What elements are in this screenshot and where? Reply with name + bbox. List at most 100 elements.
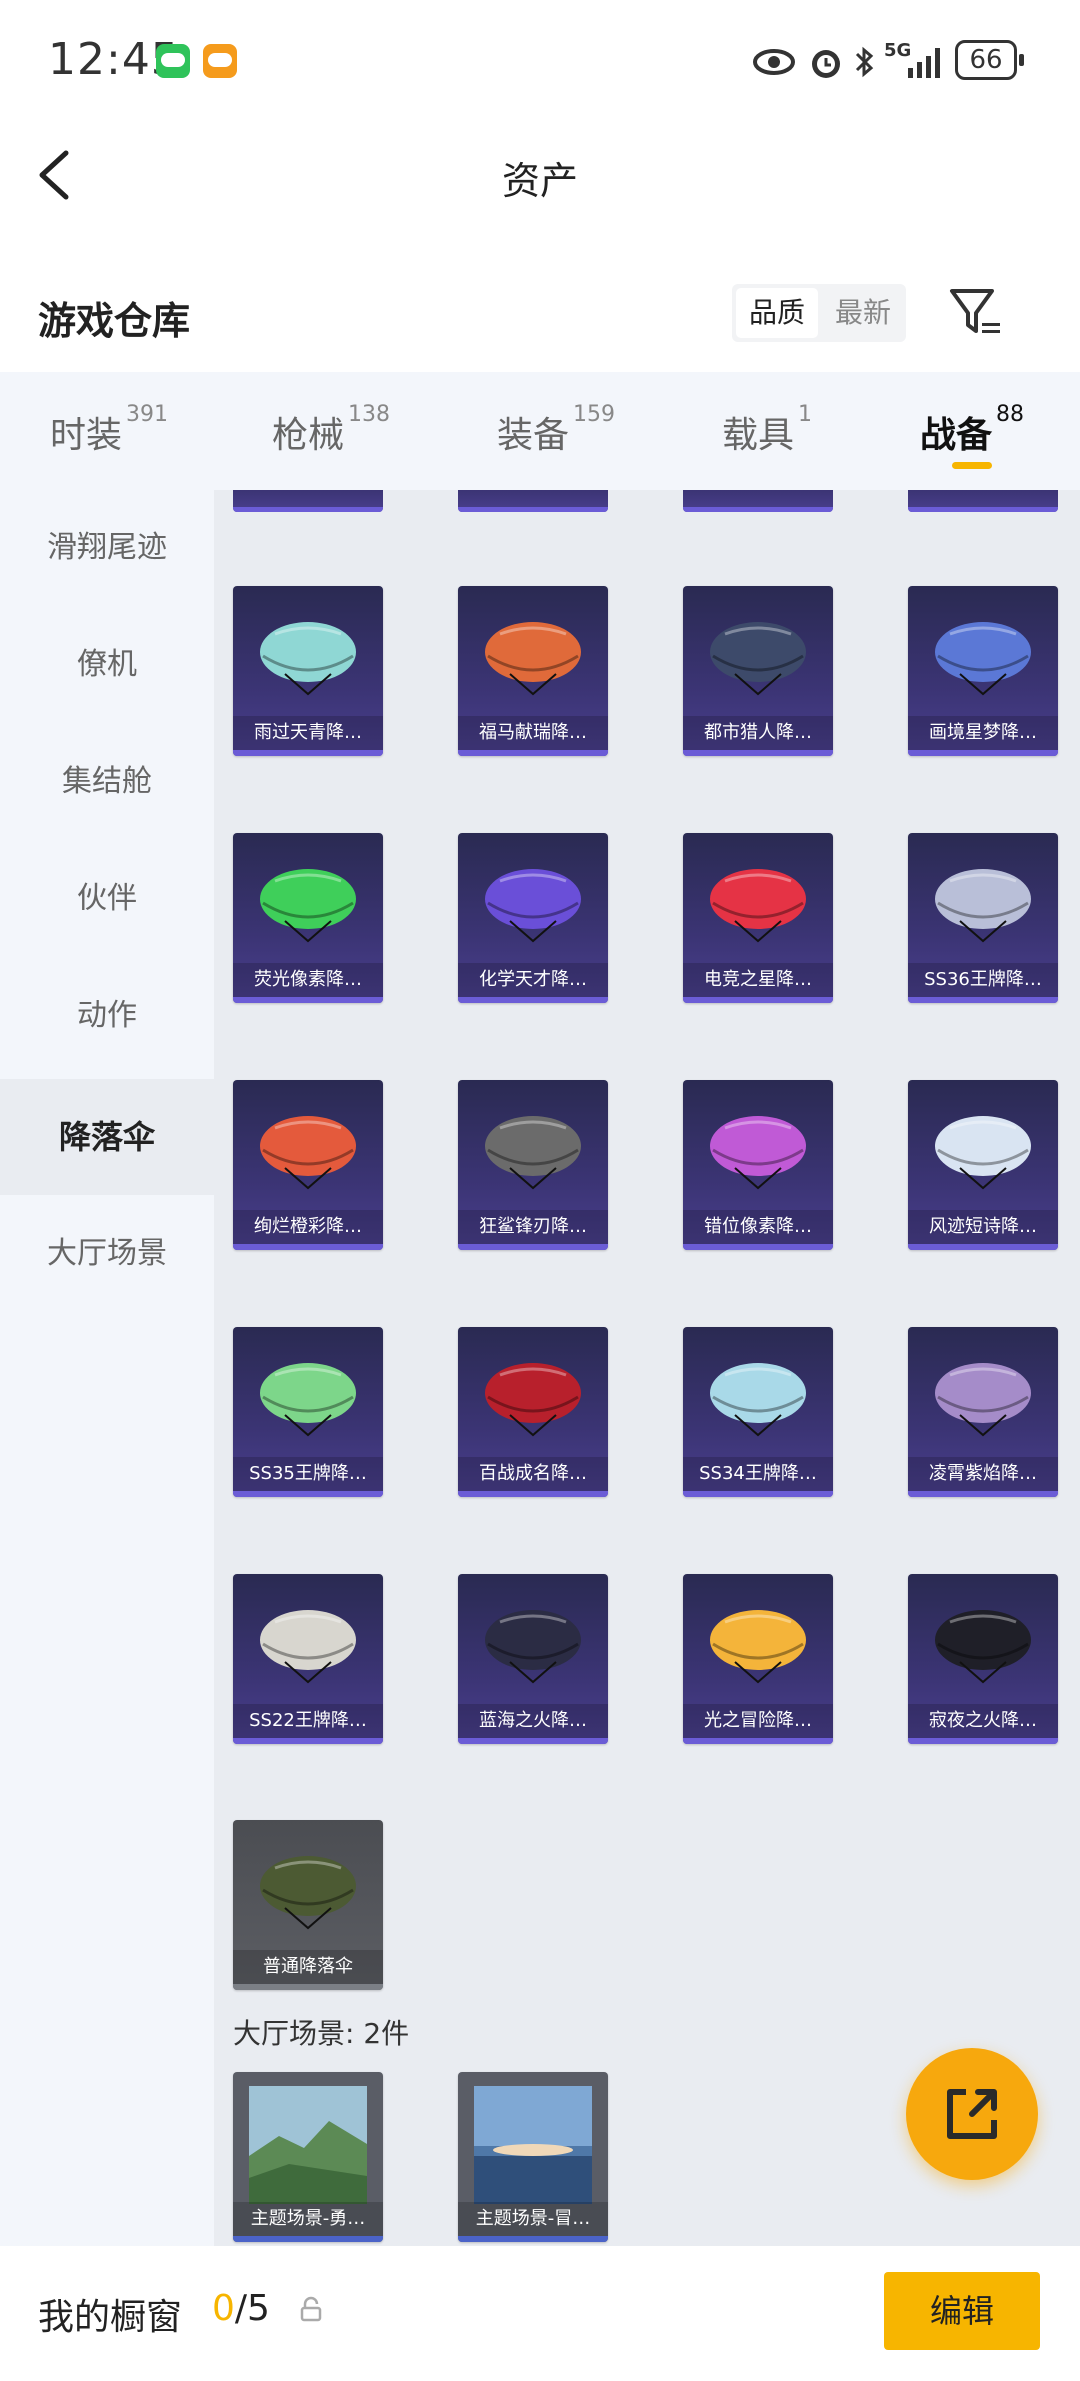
sidebar-item-companion[interactable]: 伙伴	[0, 841, 214, 957]
parachute-card[interactable]: 风迹短诗降…	[908, 1080, 1058, 1250]
parachute-image	[260, 869, 356, 943]
scene-card-label: 主题场景-勇…	[233, 2202, 383, 2236]
tab-fashion[interactable]: 时装391	[50, 402, 168, 458]
parachute-card-label: 电竞之星降…	[683, 963, 833, 997]
parachute-card[interactable]: 化学天才降…	[458, 833, 608, 1003]
tab-combat-gear[interactable]: 战备88	[920, 402, 1024, 458]
cropped-item-card[interactable]	[683, 490, 833, 512]
scene-card[interactable]: 主题场景-勇…	[233, 2072, 383, 2242]
tab-equipment[interactable]: 装备159	[497, 402, 615, 458]
parachute-image	[935, 1363, 1031, 1437]
edit-button[interactable]: 编辑	[884, 2272, 1040, 2350]
game-notification-icon	[203, 44, 237, 78]
parachute-card-label: 错位像素降…	[683, 1210, 833, 1244]
sidebar-item-wingman[interactable]: 僚机	[0, 607, 214, 723]
share-export-icon	[947, 2089, 997, 2139]
parachute-card[interactable]: 电竞之星降…	[683, 833, 833, 1003]
parachute-card-label: 风迹短诗降…	[908, 1210, 1058, 1244]
parachute-card-label: SS35王牌降…	[233, 1457, 383, 1491]
parachute-card[interactable]: 狂鲨锋刃降…	[458, 1080, 608, 1250]
cropped-item-card[interactable]	[233, 490, 383, 512]
parachute-image	[485, 869, 581, 943]
scene-thumbnail	[249, 2086, 367, 2204]
sidebar-item-lobby-scene[interactable]: 大厅场景	[0, 1196, 214, 1312]
parachute-image	[485, 622, 581, 696]
page-title: 资产	[501, 159, 578, 203]
parachute-card-label: 凌霄紫焰降…	[908, 1457, 1058, 1491]
parachute-card-label: 都市猎人降…	[683, 716, 833, 750]
parachute-card-label: 普通降落伞	[233, 1950, 383, 1984]
parachute-card-label: 狂鲨锋刃降…	[458, 1210, 608, 1244]
parachute-card[interactable]: 画境星梦降…	[908, 586, 1058, 756]
sort-option-newest[interactable]: 最新	[822, 288, 904, 338]
parachute-image	[935, 1610, 1031, 1684]
parachute-card[interactable]: 雨过天青降…	[233, 586, 383, 756]
battery-indicator: 66	[955, 40, 1024, 80]
parachute-card[interactable]: SS22王牌降…	[233, 1574, 383, 1744]
parachute-card[interactable]: 寂夜之火降…	[908, 1574, 1058, 1744]
tab-guns[interactable]: 枪械138	[272, 402, 390, 458]
parachute-card-label: 寂夜之火降…	[908, 1704, 1058, 1738]
scene-card-label: 主题场景-冒…	[458, 2202, 608, 2236]
parachute-image	[260, 622, 356, 696]
sidebar-item-parachute[interactable]: 降落伞	[0, 1079, 214, 1195]
parachute-card-label: 画境星梦降…	[908, 716, 1058, 750]
parachute-image	[710, 1363, 806, 1437]
cropped-item-card[interactable]	[458, 490, 608, 512]
parachute-image	[935, 869, 1031, 943]
parachute-image	[485, 1363, 581, 1437]
showcase-label: 我的橱窗	[38, 2297, 183, 2338]
parachute-image	[260, 1363, 356, 1437]
parachute-card-label: SS36王牌降…	[908, 963, 1058, 997]
parachute-card[interactable]: 普通降落伞	[233, 1820, 383, 1990]
parachute-image	[935, 622, 1031, 696]
parachute-card-label: 绚烂橙彩降…	[233, 1210, 383, 1244]
share-button[interactable]	[906, 2048, 1038, 2180]
parachute-card-label: SS34王牌降…	[683, 1457, 833, 1491]
parachute-card[interactable]: SS35王牌降…	[233, 1327, 383, 1497]
showcase-bar: 我的橱窗 0/5 编辑	[0, 2246, 1080, 2381]
parachute-image	[260, 1116, 356, 1190]
showcase-count: 0/5	[212, 2288, 270, 2329]
alarm-icon	[812, 50, 840, 78]
parachute-card-label: 福马献瑞降…	[458, 716, 608, 750]
status-bar: 12:45 5G 66	[0, 0, 1080, 120]
parachute-card[interactable]: SS36王牌降…	[908, 833, 1058, 1003]
eye-icon	[753, 49, 795, 75]
parachute-image	[710, 1610, 806, 1684]
parachute-card[interactable]: 绚烂橙彩降…	[233, 1080, 383, 1250]
parachute-card-label: 蓝海之火降…	[458, 1704, 608, 1738]
parachute-image	[710, 869, 806, 943]
parachute-card[interactable]: 错位像素降…	[683, 1080, 833, 1250]
bluetooth-icon	[855, 46, 874, 78]
sort-toggle: 品质 最新	[732, 284, 906, 342]
parachute-card-label: SS22王牌降…	[233, 1704, 383, 1738]
parachute-card-label: 百战成名降…	[458, 1457, 608, 1491]
parachute-image	[485, 1610, 581, 1684]
sidebar-item-emote[interactable]: 动作	[0, 958, 214, 1074]
parachute-card-label: 雨过天青降…	[233, 716, 383, 750]
parachute-card[interactable]: 凌霄紫焰降…	[908, 1327, 1058, 1497]
scene-card[interactable]: 主题场景-冒…	[458, 2072, 608, 2242]
filter-icon[interactable]	[948, 285, 1004, 341]
parachute-card[interactable]: 光之冒险降…	[683, 1574, 833, 1744]
parachute-card-label: 光之冒险降…	[683, 1704, 833, 1738]
parachute-image	[710, 1116, 806, 1190]
sidebar-item-assembly-pod[interactable]: 集结舱	[0, 724, 214, 840]
parachute-card[interactable]: 蓝海之火降…	[458, 1574, 608, 1744]
parachute-image	[485, 1116, 581, 1190]
parachute-card[interactable]: 百战成名降…	[458, 1327, 608, 1497]
sort-option-quality[interactable]: 品质	[736, 288, 818, 338]
parachute-card[interactable]: 福马献瑞降…	[458, 586, 608, 756]
parachute-card[interactable]: 都市猎人降…	[683, 586, 833, 756]
parachute-card[interactable]: SS34王牌降…	[683, 1327, 833, 1497]
cropped-item-card[interactable]	[908, 490, 1058, 512]
tab-vehicles[interactable]: 载具1	[722, 402, 812, 458]
parachute-card-label: 荧光像素降…	[233, 963, 383, 997]
parachute-image	[260, 1856, 356, 1930]
scene-group-label: 大厅场景: 2件	[233, 2017, 410, 2050]
parachute-card-label: 化学天才降…	[458, 963, 608, 997]
lock-icon	[300, 2296, 322, 2322]
sidebar-item-glide-trail[interactable]: 滑翔尾迹	[0, 490, 214, 606]
parachute-card[interactable]: 荧光像素降…	[233, 833, 383, 1003]
